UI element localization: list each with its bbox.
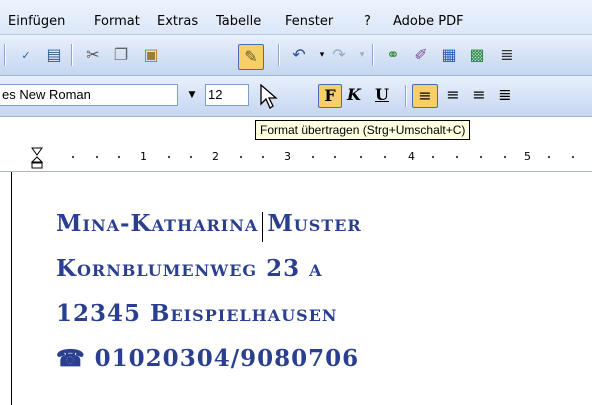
ruler-tick <box>384 156 386 158</box>
address-phone: ☎ 01020304/9080706 <box>56 345 359 372</box>
toolbar-separator <box>4 44 6 66</box>
menu-format[interactable]: Format <box>94 14 140 29</box>
menu-help[interactable]: ? <box>364 14 371 29</box>
redo-dropdown-icon[interactable]: ▾ <box>351 44 373 66</box>
ruler-tick <box>432 156 434 158</box>
menu-extras[interactable]: Extras <box>157 14 198 29</box>
menu-einfuegen[interactable]: Einfügen <box>8 14 65 29</box>
format-painter-icon[interactable]: ✎ <box>238 44 264 70</box>
align-right-icon[interactable]: ≡ <box>468 84 490 106</box>
ruler-tick <box>190 156 192 158</box>
underline-button[interactable]: U <box>371 84 393 106</box>
toolbar-separator <box>372 44 374 66</box>
paste-icon[interactable]: ▣ <box>140 44 162 66</box>
indent-marker-icon[interactable] <box>31 147 43 169</box>
ruler-tick <box>312 156 314 158</box>
formatting-toolbar: es New Roman ▼ 12 F K U ≡ ≡ ≡ ≣ <box>0 76 592 117</box>
address-street: Kornblumenweg 23 a <box>56 255 323 282</box>
ruler-tick <box>504 156 506 158</box>
ruler-tick <box>118 156 120 158</box>
ruler-tick <box>456 156 458 158</box>
align-center-icon[interactable]: ≡ <box>442 84 464 106</box>
toolbar-separator <box>278 44 280 66</box>
ruler-tick <box>72 156 74 158</box>
columns-icon[interactable]: ≣ <box>496 44 518 66</box>
font-size-field[interactable]: 12 <box>205 84 249 106</box>
telephone-icon: ☎ <box>56 345 86 372</box>
toolbar-separator <box>405 85 407 107</box>
cut-icon[interactable]: ✂ <box>82 44 104 66</box>
document-page[interactable]: Mina-Katharina Muster Kornblumenweg 23 a… <box>0 172 592 405</box>
spelling-icon[interactable]: ✓ <box>15 44 37 66</box>
italic-button[interactable]: K <box>343 84 365 106</box>
ruler-number: 4 <box>408 150 415 163</box>
tables-borders-icon[interactable]: ✐ <box>410 44 432 66</box>
ruler-number: 3 <box>284 150 291 163</box>
justify-icon[interactable]: ≣ <box>494 84 516 106</box>
tooltip: Format übertragen (Strg+Umschalt+C) <box>255 120 471 140</box>
address-name: Mina-Katharina Muster <box>56 210 362 237</box>
research-icon[interactable]: ▤ <box>43 44 65 66</box>
address-city: 12345 Beispielhausen <box>56 300 338 327</box>
bold-button[interactable]: F <box>318 84 342 108</box>
ruler-number: 2 <box>212 150 219 163</box>
phone-number: 01020304/9080706 <box>94 345 360 372</box>
insert-table-icon[interactable]: ▦ <box>438 44 460 66</box>
ruler-tick <box>262 156 264 158</box>
ruler-tick <box>572 156 574 158</box>
copy-icon[interactable]: ❐ <box>110 44 132 66</box>
hyperlink-icon[interactable]: ⚭ <box>382 44 404 66</box>
menu-bar: Einfügen Format Extras Tabelle Fenster ?… <box>0 0 592 35</box>
horizontal-ruler[interactable]: 1 2 3 4 5 <box>0 145 592 172</box>
align-left-icon[interactable]: ≡ <box>412 84 438 108</box>
mouse-pointer-icon <box>260 84 278 109</box>
menu-adobe-pdf[interactable]: Adobe PDF <box>393 14 464 29</box>
menu-tabelle[interactable]: Tabelle <box>216 14 261 29</box>
text-caret <box>262 212 263 242</box>
ruler-tick <box>240 156 242 158</box>
undo-icon[interactable]: ↶ <box>288 44 310 66</box>
ruler-number: 1 <box>140 150 147 163</box>
ruler-tick <box>168 156 170 158</box>
ruler-number: 5 <box>524 150 531 163</box>
ruler-tick <box>480 156 482 158</box>
margin-line <box>11 172 12 405</box>
redo-icon[interactable]: ↷ <box>328 44 350 66</box>
menu-fenster[interactable]: Fenster <box>285 14 333 29</box>
insert-excel-icon[interactable]: ▩ <box>466 44 488 66</box>
toolbar-separator <box>71 44 73 66</box>
ruler-tick <box>96 156 98 158</box>
font-name-field[interactable]: es New Roman <box>0 84 178 106</box>
ruler-tick <box>548 156 550 158</box>
ruler-tick <box>334 156 336 158</box>
standard-toolbar: ✓ ▤ ✂ ❐ ▣ ✎ ↶ ▾ ↷ ▾ ⚭ ✐ ▦ ▩ ≣ <box>0 35 592 76</box>
ruler-tick <box>360 156 362 158</box>
font-name-dropdown-icon[interactable]: ▼ <box>185 84 199 106</box>
